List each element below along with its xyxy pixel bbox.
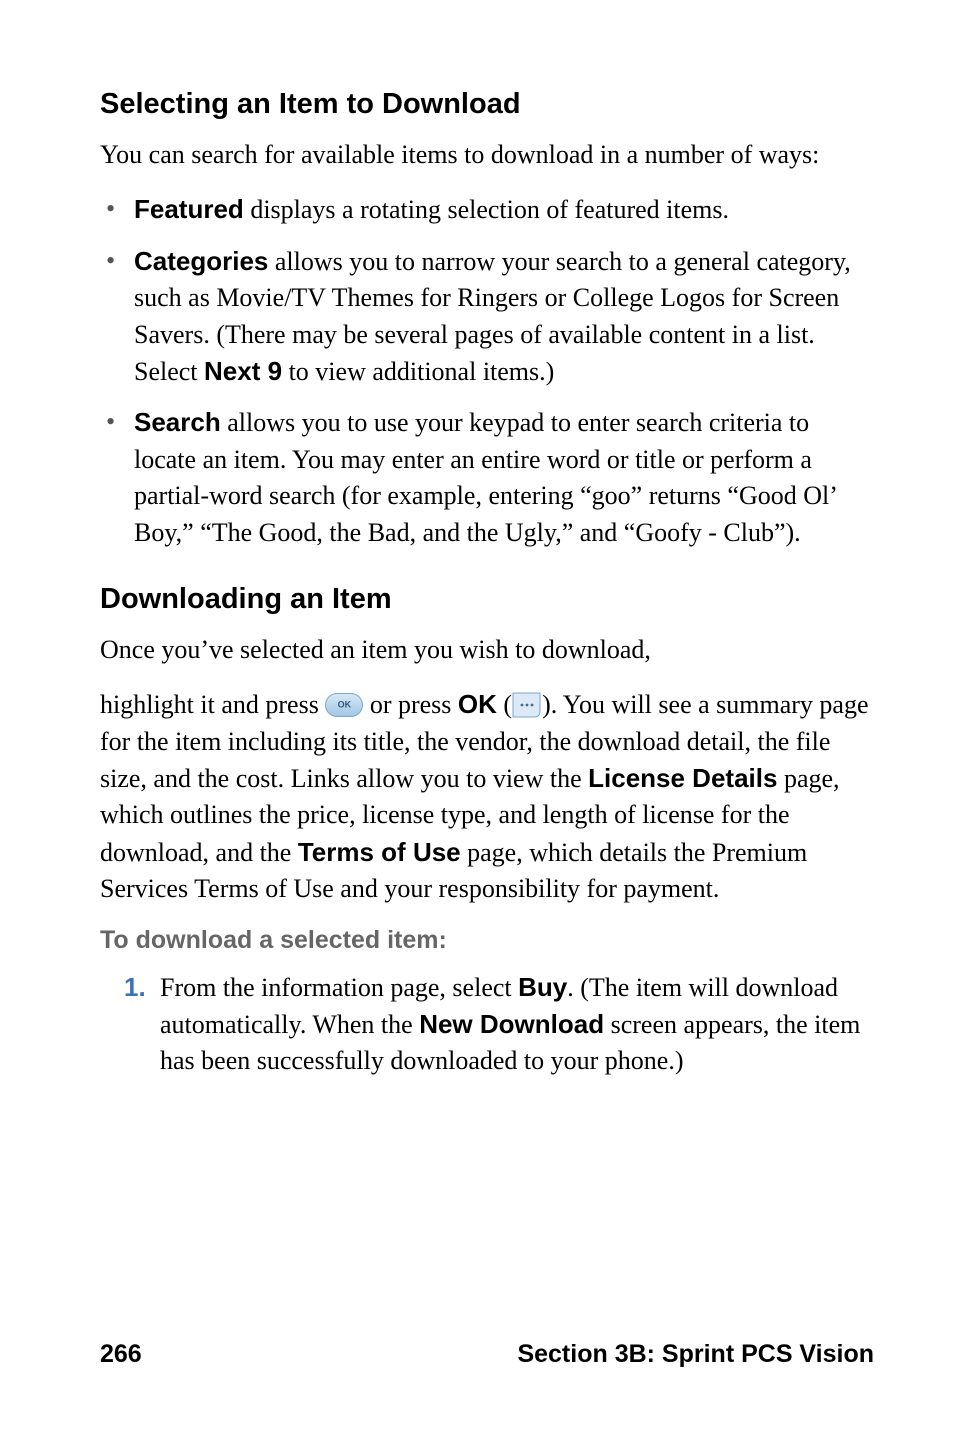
terms-label: Terms of Use: [298, 837, 461, 867]
ok-label: OK: [458, 689, 497, 719]
label-next9: Next 9: [204, 356, 282, 386]
para-highlight: highlight it and press or press OK ( ). …: [100, 686, 874, 907]
para2-a: highlight it and press: [100, 690, 325, 719]
step-list: 1. From the information page, select Buy…: [100, 969, 874, 1080]
section-label: Section 3B: Sprint PCS Vision: [517, 1340, 874, 1369]
step1-a: From the information page, select: [160, 973, 518, 1002]
license-label: License Details: [588, 763, 777, 793]
text-featured: displays a rotating selection of feature…: [244, 195, 729, 224]
page-footer: 266 Section 3B: Sprint PCS Vision: [100, 1340, 874, 1369]
label-categories: Categories: [134, 246, 268, 276]
bullet-search: Search allows you to use your keypad to …: [134, 404, 874, 551]
label-search: Search: [134, 407, 221, 437]
page-number: 266: [100, 1340, 142, 1369]
bullet-featured: Featured displays a rotating selection o…: [134, 191, 874, 228]
step-1: 1. From the information page, select Buy…: [160, 969, 874, 1080]
bullet-categories: Categories allows you to narrow your sea…: [134, 243, 874, 391]
para-once: Once you’ve selected an item you wish to…: [100, 632, 874, 668]
ok-key-icon: [325, 693, 363, 717]
softkey-icon: [512, 691, 542, 719]
heading-selecting: Selecting an Item to Download: [100, 88, 874, 121]
buy-label: Buy: [518, 972, 567, 1002]
intro-para: You can search for available items to do…: [100, 137, 874, 173]
text-search: allows you to use your keypad to enter s…: [134, 408, 836, 546]
text-categories-b: to view additional items.): [282, 357, 554, 386]
para2-c: (: [503, 690, 512, 719]
subheading-download: To download a selected item:: [100, 926, 874, 955]
label-featured: Featured: [134, 194, 244, 224]
para2-b: or press: [370, 690, 458, 719]
heading-downloading: Downloading an Item: [100, 583, 874, 616]
bullet-list: Featured displays a rotating selection o…: [100, 191, 874, 551]
newdl-label: New Download: [419, 1009, 604, 1039]
step-number: 1.: [124, 969, 146, 1005]
